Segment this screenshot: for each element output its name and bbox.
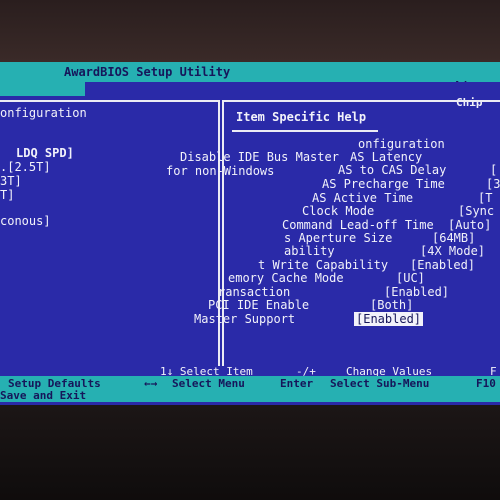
setting-value-memory-cache[interactable]: [UC]	[396, 271, 425, 285]
setting-label-pci-ide-enable: PCI IDE Enable	[208, 298, 310, 312]
setting-label-command-lead-off: Command Lead-off Time	[282, 218, 434, 232]
setting-value-clock-mode-r[interactable]: [Sync	[458, 204, 494, 218]
setting-label-fast-write: t Write Capability	[258, 258, 389, 272]
left-panel-title: onfiguration	[0, 106, 87, 120]
setting-label-memory-cache: emory Cache Mode	[228, 271, 344, 285]
setting-value-command-lead-off[interactable]: [Auto]	[448, 218, 491, 232]
bios-title: AwardBIOS Setup Utility	[64, 65, 231, 79]
help-line-1: Disable IDE Bus Master	[180, 150, 339, 164]
setting-value-ras-active[interactable]: [T	[478, 191, 492, 205]
setting-value-ras-cas-delay[interactable]: 3T]	[0, 174, 22, 188]
setting-value-ras-precharge-r[interactable]: [3	[486, 177, 500, 191]
setting-value-fast-write[interactable]: [Enabled]	[410, 258, 475, 272]
setting-label-agp-capability: ability	[284, 244, 335, 258]
setting-label-configuration: onfiguration	[358, 137, 445, 151]
setting-value-aperture-size[interactable]: [64MB]	[432, 231, 475, 245]
help-heading: Item Specific Help	[236, 110, 367, 124]
hint-select-sub-menu: Select Sub-Menu	[330, 377, 430, 390]
arrow-keys-icon: ←→	[144, 377, 158, 390]
help-heading-underline	[232, 130, 378, 132]
setting-label-clock-mode: Clock Mode	[302, 204, 375, 218]
setting-label-ras-precharge: AS Precharge Time	[322, 177, 445, 191]
setting-value-cas-latency[interactable]: .[2.5T]	[0, 160, 51, 174]
hint-select-menu: Select Menu	[172, 377, 245, 390]
setting-label-transaction: ransaction	[218, 285, 291, 299]
setting-value-ras-precharge[interactable]: T]	[0, 188, 14, 202]
setting-value-dram-timing[interactable]: LDQ SPD]	[16, 146, 74, 160]
setting-value-clock-mode[interactable]: conous]	[0, 214, 51, 228]
setting-label-ras-active: AS Active Time	[312, 191, 414, 205]
help-line-2: for non-Windows	[166, 164, 275, 178]
setting-value-agp-capability[interactable]: [4X Mode]	[420, 244, 485, 258]
setting-value-bus-master-support-selected[interactable]: [Enabled]	[354, 312, 424, 326]
setting-value-transaction[interactable]: [Enabled]	[384, 285, 449, 299]
setting-label-bus-master-support: Master Support	[194, 312, 296, 326]
active-tab-marker	[0, 82, 85, 96]
left-panel-frame	[0, 100, 220, 369]
monitor-bezel-top	[0, 0, 500, 62]
setting-label-aperture-size: s Aperture Size	[284, 231, 393, 245]
setting-value-pci-ide-enable[interactable]: [Both]	[370, 298, 413, 312]
monitor-bezel-bottom	[0, 405, 500, 500]
setting-label-cas-latency: AS Latency	[350, 150, 423, 164]
setting-label-ras-cas-delay: AS to CAS Delay	[338, 163, 447, 177]
hint-enter-key: Enter	[280, 377, 314, 390]
setting-value-ras-cas-delay-r[interactable]: [	[490, 163, 497, 177]
hint-save-and-exit: Save and Exit	[0, 389, 87, 402]
hint-f10-key: F10	[476, 377, 496, 390]
